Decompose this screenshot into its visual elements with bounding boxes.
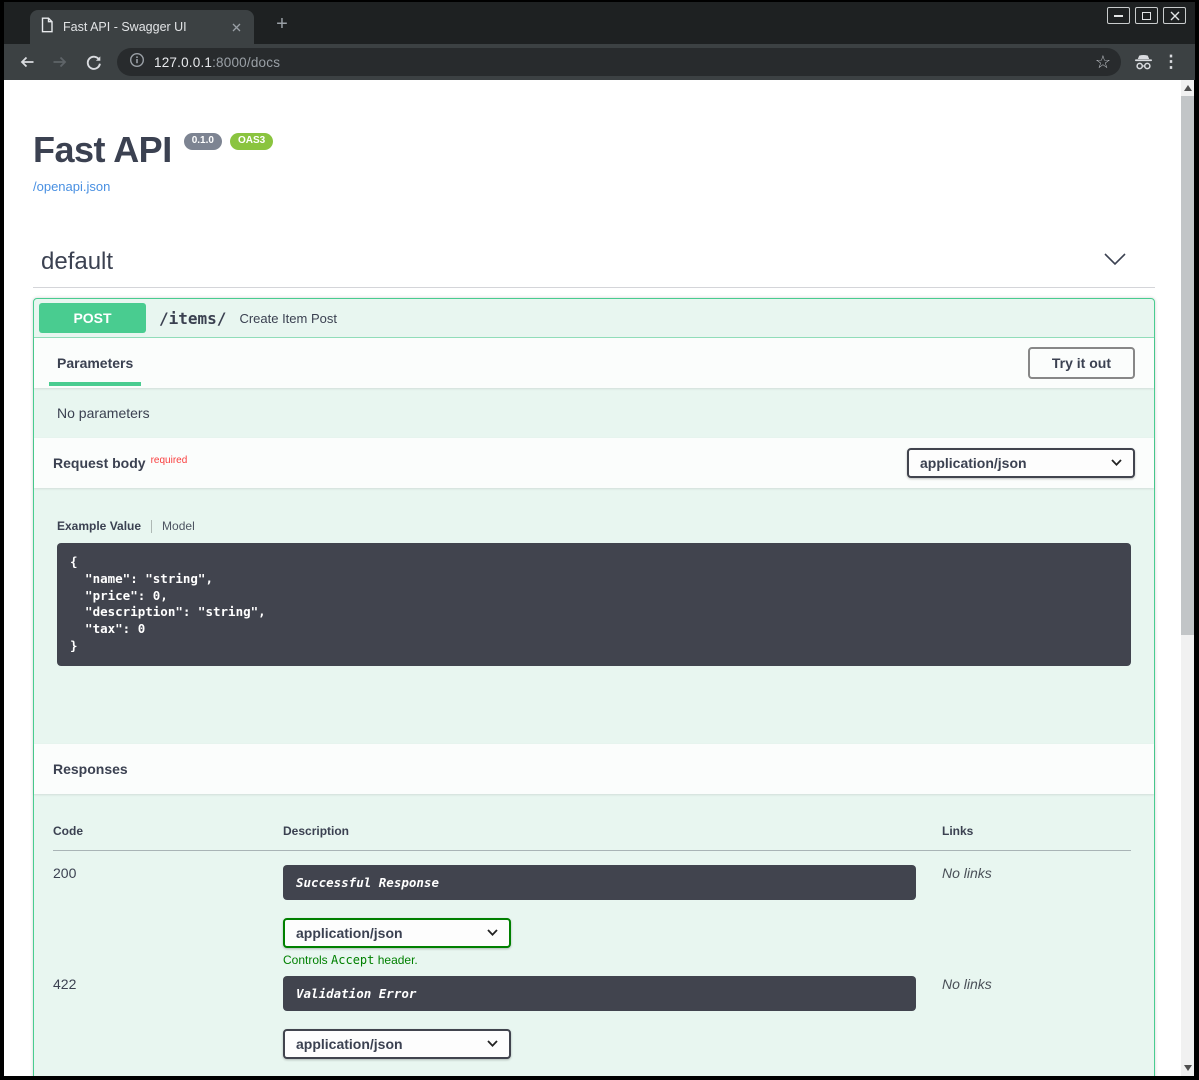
browser-toolbar: 127.0.0.1:8000/docs ☆ ⋮ xyxy=(4,44,1195,80)
tab-parameters[interactable]: Parameters xyxy=(49,355,141,371)
response-content-type-select-422[interactable]: application/json xyxy=(283,1029,511,1059)
scrollbar-down-arrow[interactable] xyxy=(1181,1060,1194,1076)
select-chevron-icon xyxy=(1111,459,1122,467)
tab-example-value[interactable]: Example Value xyxy=(57,519,141,533)
tag-section-header[interactable]: default xyxy=(33,248,1155,288)
oas3-badge: OAS3 xyxy=(230,133,273,150)
request-body-label: Request bodyrequired xyxy=(53,455,187,471)
browser-menu-icon[interactable]: ⋮ xyxy=(1157,49,1185,75)
responses-table-wrap: Code Description Links 200 Successful Re… xyxy=(34,794,1154,1077)
chevron-down-icon[interactable] xyxy=(1104,253,1126,271)
responses-header: Responses xyxy=(34,744,1154,794)
scrollbar-up-arrow[interactable] xyxy=(1181,80,1194,96)
method-post-button[interactable]: POST xyxy=(39,303,146,333)
controls-accept-note: Controls Accept header. xyxy=(283,953,942,967)
api-badges: 0.1.0 OAS3 xyxy=(184,133,273,150)
response-row-200: 200 Successful Response application/json… xyxy=(53,850,1131,967)
opblock-summary[interactable]: POST /items/ Create Item Post xyxy=(34,299,1154,338)
operation-path: /items/ xyxy=(159,309,226,328)
page-favicon-icon xyxy=(40,17,54,38)
tab-close-icon[interactable] xyxy=(228,19,244,35)
swagger-page: Fast API 0.1.0 OAS3 /openapi.json defaul… xyxy=(4,80,1181,1076)
try-it-out-button[interactable]: Try it out xyxy=(1028,347,1135,379)
browser-tab[interactable]: Fast API - Swagger UI xyxy=(30,10,254,44)
select-chevron-icon xyxy=(487,1040,498,1048)
api-title: Fast API xyxy=(33,130,172,170)
model-example-tabs: Example Value Model xyxy=(57,519,1131,533)
col-header-description: Description xyxy=(283,814,942,851)
required-badge: required xyxy=(151,455,188,466)
back-arrow-icon xyxy=(18,53,36,71)
reload-icon xyxy=(85,54,102,71)
minimize-icon xyxy=(1114,15,1123,17)
opblock-post-items: POST /items/ Create Item Post Parameters… xyxy=(33,298,1155,1076)
response-row-422: 422 Validation Error application/json Ex… xyxy=(53,967,1131,1077)
minimize-button[interactable] xyxy=(1107,7,1130,24)
parameters-header: Parameters Try it out xyxy=(34,338,1154,388)
forward-arrow-icon xyxy=(51,53,69,71)
maximize-icon xyxy=(1142,12,1151,20)
response-links-200: No links xyxy=(942,865,992,881)
tag-name: default xyxy=(41,248,113,276)
request-content-type-select[interactable]: application/json xyxy=(907,448,1135,478)
request-example-code: { "name": "string", "price": 0, "descrip… xyxy=(57,543,1131,666)
triangle-up-icon xyxy=(1184,85,1192,91)
request-body-block: Example Value Model { "name": "string", … xyxy=(34,488,1154,744)
operation-summary: Create Item Post xyxy=(239,311,337,326)
responses-label: Responses xyxy=(53,761,128,777)
tab-model[interactable]: Model xyxy=(162,519,195,533)
scrollbar-thumb[interactable] xyxy=(1181,96,1194,635)
url-host: 127.0.0.1 xyxy=(154,55,212,70)
triangle-down-icon xyxy=(1184,1065,1192,1071)
response-links-422: No links xyxy=(942,976,992,992)
col-header-code: Code xyxy=(53,814,283,851)
site-info-icon[interactable] xyxy=(129,52,145,73)
incognito-avatar-icon[interactable] xyxy=(1129,49,1157,75)
select-chevron-icon xyxy=(487,929,498,937)
close-button[interactable] xyxy=(1163,7,1186,24)
col-header-links: Links xyxy=(942,814,1131,851)
openapi-spec-link[interactable]: /openapi.json xyxy=(33,179,110,194)
close-icon xyxy=(1170,11,1180,21)
browser-tab-strip: Fast API - Swagger UI + xyxy=(4,2,1195,44)
response-description-422: Validation Error xyxy=(283,976,916,1011)
tab-separator xyxy=(151,520,152,533)
request-body-header: Request bodyrequired application/json xyxy=(34,438,1154,488)
back-button[interactable] xyxy=(14,49,40,75)
vertical-scrollbar[interactable] xyxy=(1181,80,1194,1076)
api-header: Fast API 0.1.0 OAS3 xyxy=(33,130,1155,170)
tag-section-default: default POST /items/ Create Item Post Pa… xyxy=(33,248,1155,1076)
response-content-type-select-200[interactable]: application/json xyxy=(283,918,511,948)
forward-button[interactable] xyxy=(47,49,73,75)
response-description-200: Successful Response xyxy=(283,865,916,900)
response-code-200: 200 xyxy=(53,865,76,881)
bookmark-star-icon[interactable]: ☆ xyxy=(1090,49,1116,75)
no-parameters-message: No parameters xyxy=(34,388,1154,438)
url-path: :8000/docs xyxy=(212,55,280,70)
url-text[interactable]: 127.0.0.1:8000/docs xyxy=(154,55,280,70)
maximize-button[interactable] xyxy=(1135,7,1158,24)
window-controls xyxy=(1107,7,1186,24)
responses-table: Code Description Links 200 Successful Re… xyxy=(53,814,1131,1077)
response-code-422: 422 xyxy=(53,976,76,992)
version-badge: 0.1.0 xyxy=(184,133,222,150)
address-bar[interactable]: 127.0.0.1:8000/docs ☆ xyxy=(117,48,1121,76)
tab-title: Fast API - Swagger UI xyxy=(63,20,228,34)
new-tab-button[interactable]: + xyxy=(270,12,294,36)
reload-button[interactable] xyxy=(80,49,106,75)
